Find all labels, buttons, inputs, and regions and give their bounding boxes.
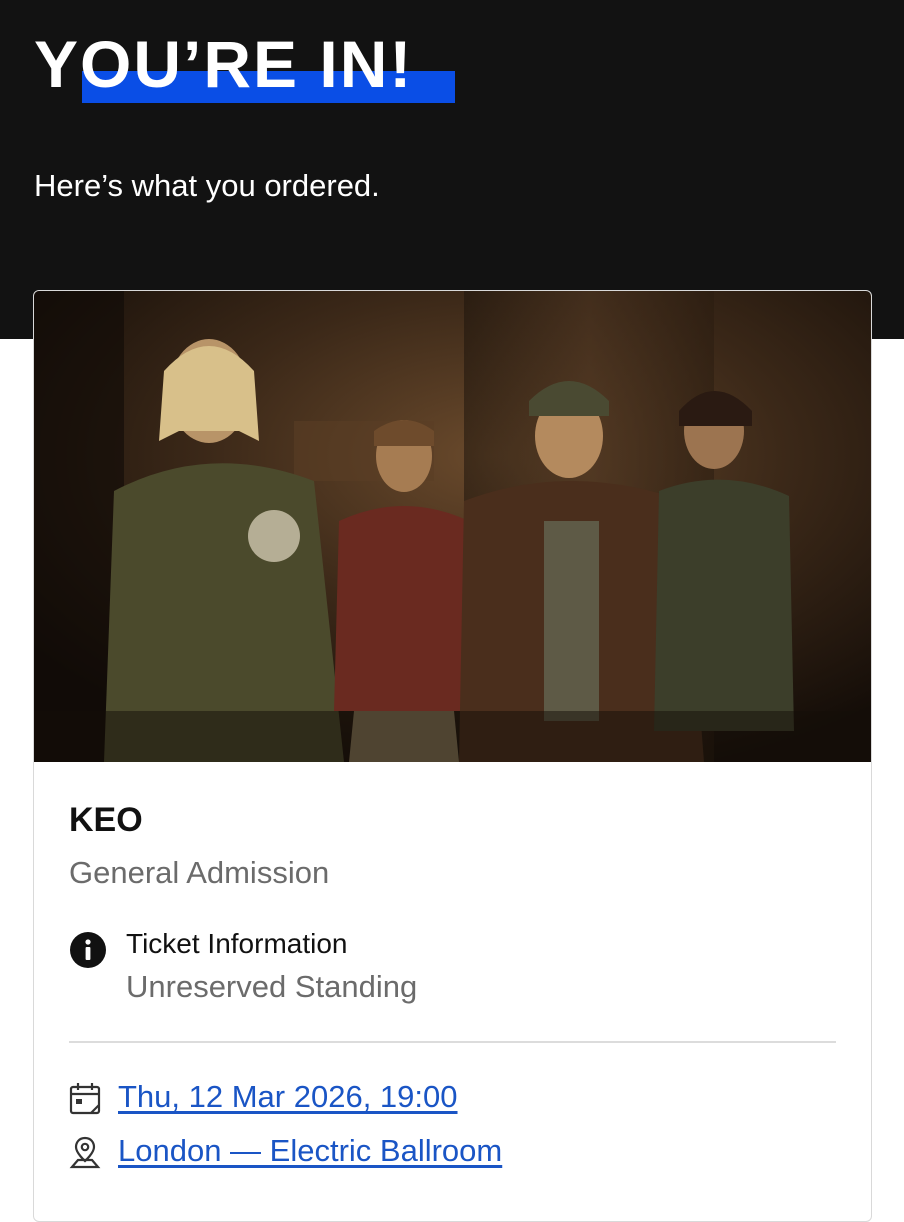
title-block: YOU’RE IN!	[34, 26, 455, 103]
ticket-type: General Admission	[69, 855, 330, 890]
event-venue-link[interactable]: London — Electric Ballroom	[118, 1133, 502, 1169]
page-subtitle: Here’s what you ordered.	[34, 168, 380, 203]
order-confirmation-header: YOU’RE IN! Here’s what you ordered.	[0, 0, 904, 339]
calendar-icon	[69, 1083, 101, 1115]
location-pin-icon	[69, 1136, 101, 1169]
event-date-link[interactable]: Thu, 12 Mar 2026, 19:00	[118, 1079, 458, 1115]
band-photo	[34, 291, 871, 762]
page-title: YOU’RE IN!	[34, 27, 414, 101]
divider	[69, 1041, 836, 1043]
ticket-info-value: Unreserved Standing	[126, 969, 418, 1004]
event-name: KEO	[69, 801, 143, 839]
ticket-info-label: Ticket Information	[126, 928, 348, 959]
info-icon	[70, 932, 106, 968]
order-card: KEO General Admission Ticket Information…	[33, 290, 872, 1222]
